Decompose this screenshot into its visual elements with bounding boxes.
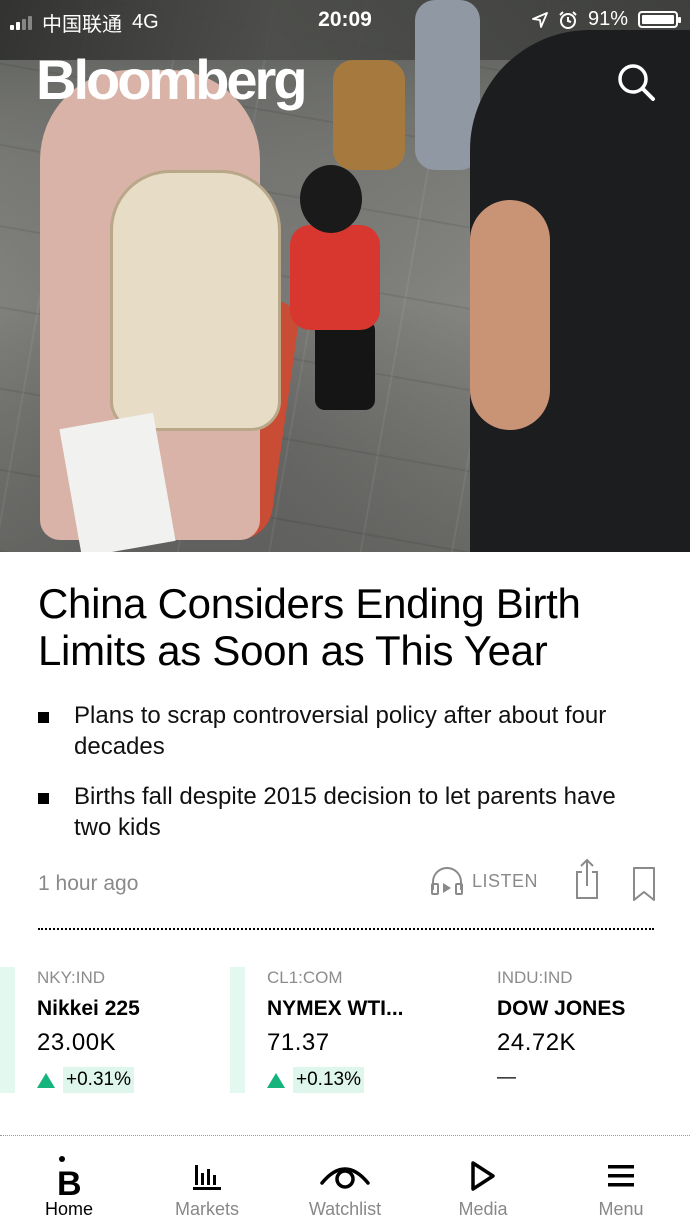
bookmark-button[interactable] xyxy=(630,866,658,902)
child-red-shirt xyxy=(290,225,380,330)
ticker-accent-bar xyxy=(230,967,245,1093)
eye-icon xyxy=(320,1167,370,1189)
tab-menu[interactable]: Menu xyxy=(552,1136,690,1228)
hamburger-icon xyxy=(608,1165,634,1187)
tab-label: Media xyxy=(458,1199,508,1219)
ticker-code: INDU:IND xyxy=(497,968,573,987)
brown-backpack xyxy=(333,60,405,170)
listen-label: LISTEN xyxy=(472,870,539,891)
status-bar: 中国联通 4G 20:09 91% xyxy=(0,0,690,40)
headphones-icon xyxy=(431,867,463,895)
tab-home[interactable]: B Home xyxy=(0,1136,138,1228)
ticker-price: 71.37 xyxy=(267,1029,330,1056)
tab-label: Home xyxy=(44,1199,93,1219)
tab-bar: B Home Markets Watchlist Media Menu xyxy=(0,1135,690,1228)
listen-button[interactable]: LISTEN xyxy=(430,866,538,896)
child-legs xyxy=(315,320,375,410)
alarm-icon xyxy=(559,10,577,29)
ticker-price: 23.00K xyxy=(37,1029,117,1056)
article-headline[interactable]: China Considers Ending Birth Limits as S… xyxy=(38,580,658,674)
ticker-name: NYMEX WTI... xyxy=(267,997,404,1020)
tab-label: Markets xyxy=(174,1199,239,1219)
tab-watchlist[interactable]: Watchlist xyxy=(276,1136,414,1228)
summary-bullet: Births fall despite 2015 decision to let… xyxy=(38,781,658,843)
up-arrow-icon xyxy=(267,1072,285,1088)
search-button[interactable] xyxy=(616,62,656,102)
tab-markets[interactable]: Markets xyxy=(138,1136,276,1228)
article-summary: Plans to scrap controversial policy afte… xyxy=(38,700,658,862)
battery-icon xyxy=(638,11,681,28)
ticker-nymex[interactable]: CL1:COM NYMEX WTI... 71.37 +0.13% xyxy=(230,967,430,1095)
ticker-code: NKY:IND xyxy=(37,968,106,987)
tab-label: Watchlist xyxy=(308,1199,382,1219)
bloomberg-logo: Bloomberg xyxy=(36,48,308,111)
man-arm xyxy=(470,200,550,430)
tab-label: Menu xyxy=(598,1199,644,1219)
divider xyxy=(38,928,654,930)
market-tickers: NKY:IND Nikkei 225 23.00K +0.31% CL1:COM… xyxy=(0,967,690,1097)
ticker-accent-bar xyxy=(0,967,15,1093)
location-icon xyxy=(532,11,548,28)
play-icon xyxy=(471,1161,495,1191)
svg-text:B: B xyxy=(57,1165,82,1197)
white-backpack xyxy=(110,170,281,431)
article-timestamp: 1 hour ago xyxy=(38,872,139,895)
ticker-change-value: +0.13% xyxy=(293,1067,364,1093)
ticker-change: — xyxy=(497,1067,516,1089)
up-arrow-icon xyxy=(37,1072,55,1088)
bloomberg-b-icon: B xyxy=(57,1156,82,1197)
ticker-change-value: +0.31% xyxy=(63,1067,134,1093)
ticker-nikkei[interactable]: NKY:IND Nikkei 225 23.00K +0.31% xyxy=(0,967,200,1095)
ticker-name: DOW JONES xyxy=(497,997,626,1020)
ticker-change: +0.13% xyxy=(267,1067,364,1093)
ticker-name: Nikkei 225 xyxy=(37,997,140,1020)
ticker-change: +0.31% xyxy=(37,1067,134,1093)
ticker-change-value: — xyxy=(497,1067,516,1088)
share-icon xyxy=(576,858,598,899)
tab-media[interactable]: Media xyxy=(414,1136,552,1228)
share-button[interactable] xyxy=(573,858,601,900)
battery-percent: 91% xyxy=(587,8,628,30)
bar-chart-icon xyxy=(193,1165,221,1190)
ticker-price: 24.72K xyxy=(497,1029,577,1056)
search-icon xyxy=(618,64,655,101)
ticker-dow[interactable]: INDU:IND DOW JONES 24.72K — xyxy=(460,967,660,1095)
bookmark-icon xyxy=(633,867,655,901)
ticker-code: CL1:COM xyxy=(267,968,343,987)
summary-bullet: Plans to scrap controversial policy afte… xyxy=(38,700,658,762)
child-head xyxy=(300,165,362,233)
